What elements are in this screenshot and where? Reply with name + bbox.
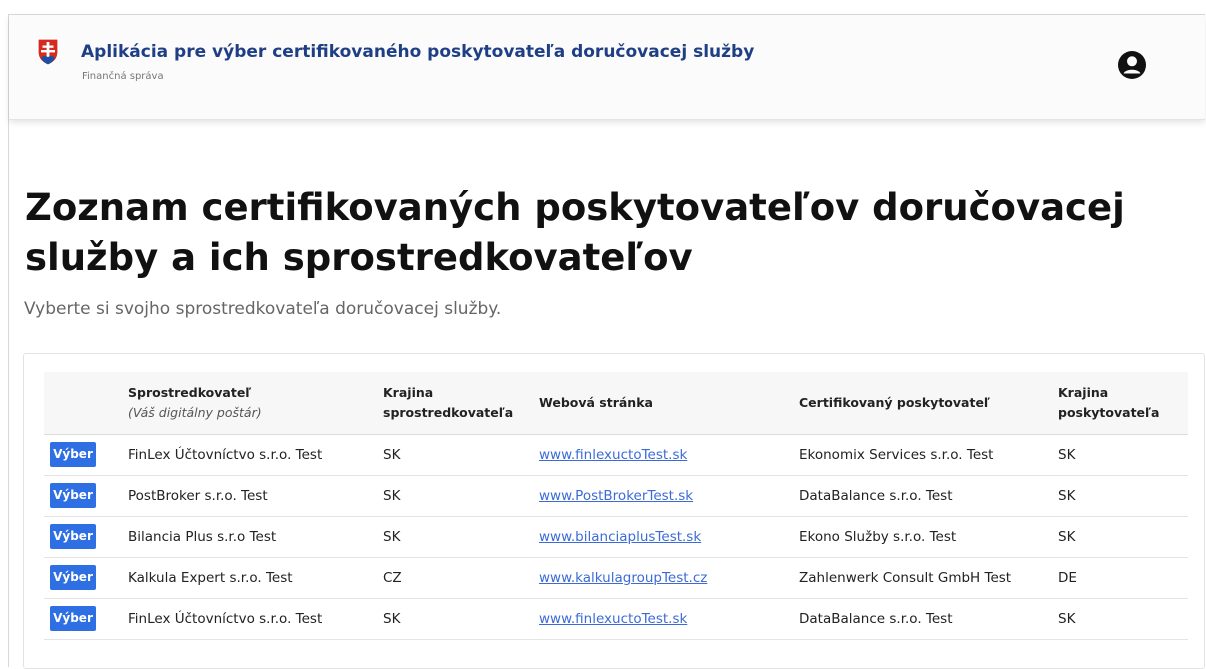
- intermediary-country-cell: CZ: [383, 569, 402, 586]
- select-button[interactable]: Výber: [50, 565, 96, 590]
- intermediary-country-cell: SK: [383, 487, 401, 504]
- header-intermediary-country: Krajina sprostredkovateľa: [377, 372, 533, 435]
- intermediary-cell: Bilancia Plus s.r.o Test: [128, 528, 277, 545]
- select-cell: Výber: [44, 434, 122, 475]
- website-cell: www.kalkulagroupTest.cz: [533, 557, 793, 598]
- table-row: Výber FinLex Účtovníctvo s.r.o. Test SK …: [44, 434, 1188, 475]
- app-header: Aplikácia pre výber certifikovaného posk…: [9, 15, 1205, 120]
- intermediary-country-cell: SK: [383, 610, 401, 627]
- website-cell: www.bilanciaplusTest.sk: [533, 516, 793, 557]
- select-button[interactable]: Výber: [50, 524, 96, 549]
- intermediary-cell: FinLex Účtovníctvo s.r.o. Test: [128, 610, 323, 627]
- app-subtitle: Finančná správa: [82, 71, 164, 82]
- app-window: Aplikácia pre výber certifikovaného posk…: [8, 14, 1205, 669]
- table-row: Výber FinLex Účtovníctvo s.r.o. Test SK …: [44, 598, 1188, 639]
- website-cell: www.PostBrokerTest.sk: [533, 475, 793, 516]
- provider-cell: DataBalance s.r.o. Test: [799, 487, 953, 504]
- header-provider: Certifikovaný poskytovateľ: [793, 372, 1052, 435]
- app-title: Aplikácia pre výber certifikovaného posk…: [81, 42, 755, 62]
- provider-cell: Ekono Služby s.r.o. Test: [799, 528, 957, 545]
- select-cell: Výber: [44, 557, 122, 598]
- table-row: Výber Bilancia Plus s.r.o Test SK www.bi…: [44, 516, 1188, 557]
- table-header: Sprostredkovateľ (Váš digitálny poštár) …: [44, 372, 1188, 435]
- intermediary-cell: FinLex Účtovníctvo s.r.o. Test: [128, 446, 323, 463]
- intermediary-country-cell: SK: [383, 446, 401, 463]
- provider-cell: Ekonomix Services s.r.o. Test: [799, 446, 994, 463]
- providers-table: Sprostredkovateľ (Váš digitálny poštár) …: [44, 372, 1188, 640]
- table-row: Výber Kalkula Expert s.r.o. Test CZ www.…: [44, 557, 1188, 598]
- website-link[interactable]: www.bilanciaplusTest.sk: [539, 529, 701, 545]
- table-body: Výber FinLex Účtovníctvo s.r.o. Test SK …: [44, 434, 1188, 639]
- providers-table-card: Sprostredkovateľ (Váš digitálny poštár) …: [23, 353, 1205, 669]
- select-button[interactable]: Výber: [50, 442, 96, 467]
- website-link[interactable]: www.finlexuctoTest.sk: [539, 611, 687, 627]
- header-website: Webová stránka: [533, 372, 793, 435]
- page-lead: Vyberte si svojho sprostredkovateľa doru…: [24, 299, 502, 319]
- table-row: Výber PostBroker s.r.o. Test SK www.Post…: [44, 475, 1188, 516]
- coat-of-arms-icon: [37, 38, 59, 66]
- provider-country-cell: SK: [1058, 446, 1076, 463]
- website-cell: www.finlexuctoTest.sk: [533, 598, 793, 639]
- table-header-row: Sprostredkovateľ (Váš digitálny poštár) …: [44, 372, 1188, 435]
- select-cell: Výber: [44, 516, 122, 557]
- provider-country-cell: SK: [1058, 487, 1076, 504]
- select-cell: Výber: [44, 598, 122, 639]
- select-button[interactable]: Výber: [50, 483, 96, 508]
- header-intermediary: Sprostredkovateľ (Váš digitálny poštár): [122, 372, 377, 435]
- header-intermediary-label: Sprostredkovateľ: [128, 384, 252, 400]
- provider-country-cell: SK: [1058, 528, 1076, 545]
- provider-cell: Zahlenwerk Consult GmbH Test: [799, 569, 1012, 586]
- intermediary-cell: PostBroker s.r.o. Test: [128, 487, 268, 504]
- website-link[interactable]: www.kalkulagroupTest.cz: [539, 570, 707, 586]
- website-cell: www.finlexuctoTest.sk: [533, 434, 793, 475]
- header-select: [44, 372, 122, 435]
- select-cell: Výber: [44, 475, 122, 516]
- provider-country-cell: DE: [1058, 569, 1077, 586]
- header-intermediary-note: (Váš digitálny poštár): [128, 404, 262, 420]
- page-title: Zoznam certifikovaných poskytovateľov do…: [25, 186, 1125, 279]
- user-account-icon[interactable]: [1117, 50, 1147, 80]
- website-link[interactable]: www.finlexuctoTest.sk: [539, 447, 687, 463]
- header-provider-country: Krajina poskytovateľa: [1052, 372, 1188, 435]
- intermediary-cell: Kalkula Expert s.r.o. Test: [128, 569, 293, 586]
- provider-country-cell: SK: [1058, 610, 1076, 627]
- select-button[interactable]: Výber: [50, 606, 96, 631]
- provider-cell: DataBalance s.r.o. Test: [799, 610, 953, 627]
- intermediary-country-cell: SK: [383, 528, 401, 545]
- website-link[interactable]: www.PostBrokerTest.sk: [539, 488, 693, 504]
